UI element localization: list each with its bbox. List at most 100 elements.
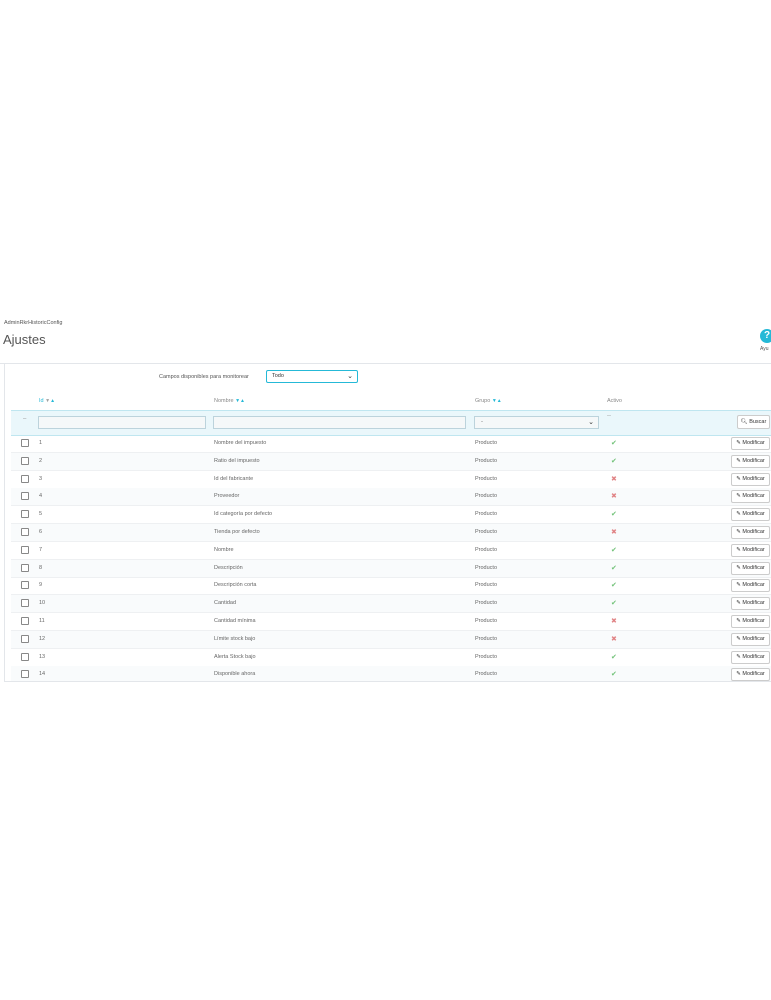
check-icon[interactable]: ✔ — [611, 546, 617, 554]
row-checkbox[interactable] — [21, 545, 29, 554]
table-row[interactable]: 11 Cantidad mínima Producto ✖ ✎ Modificar — [11, 613, 771, 631]
column-active: Activo — [607, 398, 622, 404]
sort-asc-icon[interactable]: ▲ — [497, 398, 502, 404]
cross-icon[interactable]: ✖ — [611, 617, 617, 625]
row-name: Descripción corta — [214, 582, 257, 589]
check-icon[interactable]: ✔ — [611, 670, 617, 678]
row-checkbox[interactable] — [21, 617, 29, 625]
table-row[interactable]: 2 Ratio del impuesto Producto ✔ ✎ Modificar — [11, 452, 771, 471]
check-icon[interactable]: ✔ — [611, 599, 617, 607]
table-header: Id ▼▲ Nombre ▼▲ Grupo ▼▲ Activo — [5, 398, 771, 408]
row-id: 4 — [39, 493, 43, 500]
filter-row: – - ⌄ -- 🔍︎ Buscar — [11, 410, 771, 436]
row-name: Id categoría por defecto — [214, 511, 273, 518]
edit-button[interactable]: ✎ Modificar — [731, 472, 770, 486]
cross-icon[interactable]: ✖ — [611, 635, 617, 643]
row-id: 3 — [39, 475, 43, 482]
edit-button[interactable]: ✎ Modificar — [731, 561, 770, 575]
filter-group-value: - — [481, 419, 483, 425]
cross-icon[interactable]: ✖ — [611, 492, 617, 500]
row-name: Nombre — [214, 546, 234, 553]
row-checkbox[interactable] — [21, 439, 29, 447]
edit-button[interactable]: ✎ Modificar — [731, 668, 770, 681]
breadcrumb[interactable]: AdminRkrHistoricConfig — [4, 320, 62, 326]
row-checkbox[interactable] — [21, 581, 29, 590]
row-checkbox[interactable] — [21, 634, 29, 643]
table-row[interactable]: 6 Tienda por defecto Producto ✖ ✎ Modificar — [11, 524, 771, 542]
table-row[interactable]: 3 Id del fabricante Producto ✖ ✎ Modificar — [11, 471, 771, 489]
filter-name-input[interactable] — [213, 416, 466, 429]
row-group: Producto — [475, 564, 498, 571]
table-row[interactable]: 8 Descripción Producto ✔ ✎ Modificar — [11, 559, 771, 578]
row-id: 1 — [39, 440, 43, 446]
edit-button-label: Modificar — [742, 600, 765, 607]
row-id: 5 — [39, 511, 43, 518]
edit-button-label: Modificar — [742, 440, 765, 446]
row-group: Producto — [475, 600, 498, 607]
column-group: Grupo ▼▲ — [475, 398, 502, 404]
row-checkbox[interactable] — [21, 474, 29, 483]
edit-button[interactable]: ✎ Modificar — [731, 632, 770, 646]
monitor-row: Campos disponibles para monitorear Todo … — [5, 370, 771, 384]
check-icon[interactable]: ✔ — [611, 439, 617, 447]
edit-button[interactable]: ✎ Modificar — [731, 437, 770, 450]
table-row[interactable]: 1 Nombre del impuesto Producto ✔ ✎ Modificar — [11, 435, 771, 453]
row-checkbox[interactable] — [21, 563, 29, 572]
cross-icon[interactable]: ✖ — [611, 475, 617, 483]
row-id: 2 — [39, 457, 43, 464]
edit-button[interactable]: ✎ Modificar — [731, 615, 770, 628]
row-name: Alerta Stock bajo — [214, 653, 256, 660]
row-group: Producto — [475, 671, 498, 678]
monitor-select[interactable]: Todo ⌄ — [266, 370, 358, 383]
edit-button-label: Modificar — [742, 457, 765, 464]
help-icon[interactable]: ? — [760, 329, 771, 343]
filter-bulk-dash: – — [23, 416, 27, 422]
check-icon[interactable]: ✔ — [611, 564, 617, 572]
column-name-label: Nombre — [214, 398, 234, 404]
check-icon[interactable]: ✔ — [611, 653, 617, 661]
edit-button[interactable]: ✎ Modificar — [731, 508, 770, 522]
cross-icon[interactable]: ✖ — [611, 528, 617, 536]
search-button-label: Buscar — [749, 419, 767, 425]
row-checkbox[interactable] — [21, 528, 29, 536]
check-icon[interactable]: ✔ — [611, 581, 617, 589]
table-row[interactable]: 5 Id categoría por defecto Producto ✔ ✎ Modi… — [11, 506, 771, 525]
edit-button[interactable]: ✎ Modificar — [731, 579, 770, 593]
check-icon[interactable]: ✔ — [611, 510, 617, 518]
edit-button[interactable]: ✎ Modificar — [731, 490, 770, 504]
edit-button[interactable]: ✎ Modificar — [731, 526, 770, 539]
edit-button-label: Modificar — [742, 653, 765, 660]
table-row[interactable]: 14 Disponible ahora Producto ✔ ✎ Modificar — [11, 666, 771, 681]
sort-asc-icon[interactable]: ▲ — [240, 398, 245, 404]
edit-button[interactable]: ✎ Modificar — [731, 597, 770, 611]
table-row[interactable]: 10 Cantidad Producto ✔ ✎ Modificar — [11, 595, 771, 614]
settings-panel: Campos disponibles para monitorear Todo … — [4, 364, 771, 682]
edit-button-label: Modificar — [742, 493, 765, 500]
edit-button[interactable]: ✎ Modificar — [731, 650, 770, 664]
filter-group-select[interactable]: - ⌄ — [474, 416, 599, 429]
table-row[interactable]: 7 Nombre Producto ✔ ✎ Modificar — [11, 542, 771, 560]
filter-id-input[interactable] — [38, 416, 206, 429]
edit-button-label: Modificar — [742, 511, 765, 518]
row-checkbox[interactable] — [21, 670, 29, 679]
edit-button[interactable]: ✎ Modificar — [731, 454, 770, 468]
table-row[interactable]: 12 Límite stock bajo Producto ✖ ✎ Modificar — [11, 630, 771, 649]
check-icon[interactable]: ✔ — [611, 457, 617, 465]
search-button[interactable]: 🔍︎ Buscar — [737, 415, 770, 429]
row-checkbox[interactable] — [21, 456, 29, 465]
table-row[interactable]: 4 Proveedor Producto ✖ ✎ Modificar — [11, 488, 771, 507]
row-checkbox[interactable] — [21, 599, 29, 608]
sort-asc-icon[interactable]: ▲ — [50, 398, 55, 404]
filter-active-value[interactable]: -- — [607, 413, 611, 419]
row-name: Límite stock bajo — [214, 635, 256, 642]
edit-button[interactable]: ✎ Modificar — [731, 543, 770, 557]
row-group: Producto — [475, 529, 498, 535]
row-checkbox[interactable] — [21, 492, 29, 501]
row-checkbox[interactable] — [21, 510, 29, 519]
table-row[interactable]: 13 Alerta Stock bajo Producto ✔ ✎ Modificar — [11, 649, 771, 667]
row-checkbox[interactable] — [21, 652, 29, 661]
table-row[interactable]: 9 Descripción corta Producto ✔ ✎ Modificar — [11, 577, 771, 596]
row-name: Tienda por defecto — [214, 529, 260, 535]
help-label[interactable]: Ayu — [760, 346, 769, 352]
edit-button-label: Modificar — [742, 618, 765, 624]
